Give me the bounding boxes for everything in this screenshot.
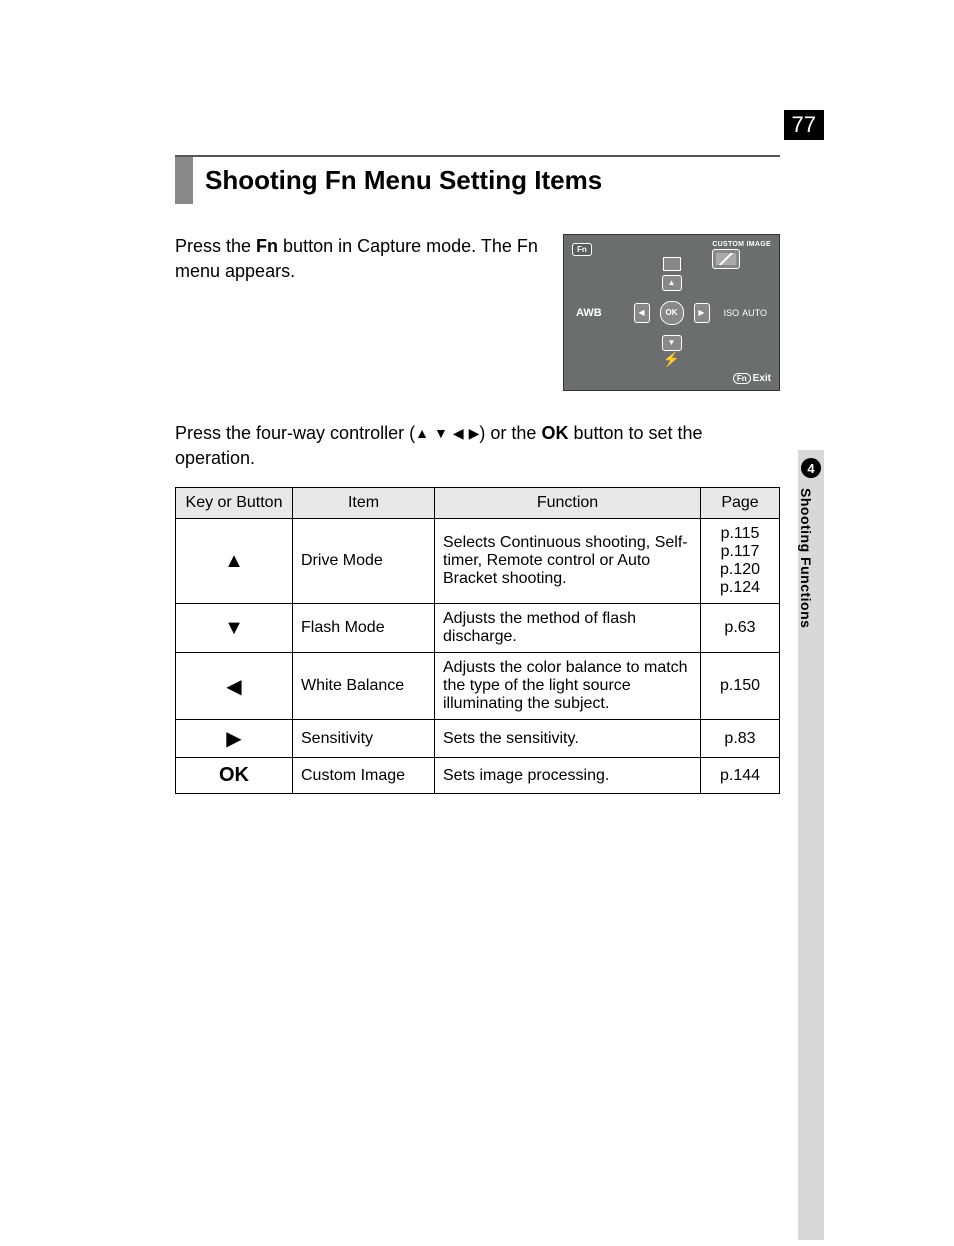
key-right-icon: ▶: [176, 720, 293, 758]
table-header-row: Key or Button Item Function Page: [176, 488, 780, 519]
lcd-awb-label: AWB: [576, 307, 602, 319]
left-arrow-icon: ◀: [453, 424, 464, 444]
key-left-icon: ◀: [176, 653, 293, 720]
page-content: Shooting Fn Menu Setting Items Press the…: [175, 155, 780, 794]
drive-mode-icon: [663, 257, 681, 271]
item-cell: Sensitivity: [293, 720, 435, 758]
lcd-exit-label: FnExit: [733, 373, 771, 384]
col-item: Item: [293, 488, 435, 519]
settings-table: Key or Button Item Function Page ▲ Drive…: [175, 487, 780, 794]
page-number: 77: [784, 110, 824, 140]
table-row: ◀ White Balance Adjusts the color balanc…: [176, 653, 780, 720]
dpad-left-icon: ◀: [634, 303, 650, 323]
col-key: Key or Button: [176, 488, 293, 519]
lcd-iso-label: ISO AUTO: [724, 307, 767, 319]
key-up-icon: ▲: [176, 519, 293, 604]
intro-paragraph: Press the Fn button in Capture mode. The…: [175, 234, 545, 391]
right-arrow-icon: ▶: [469, 424, 480, 444]
section-heading: Shooting Fn Menu Setting Items: [175, 155, 780, 204]
item-cell: Custom Image: [293, 758, 435, 794]
page-cell: p.115 p.117 p.120 p.124: [701, 519, 780, 604]
page-cell: p.83: [701, 720, 780, 758]
func-cell: Adjusts the method of flash discharge.: [435, 604, 701, 653]
dpad-down-icon: ▼: [662, 335, 682, 351]
lcd-custom-image-label: CUSTOM IMAGE: [712, 241, 771, 269]
dpad-up-icon: ▲: [662, 275, 682, 291]
down-arrow-icon: ▼: [434, 424, 448, 444]
func-cell: Adjusts the color balance to match the t…: [435, 653, 701, 720]
chapter-title: Shooting Functions: [798, 488, 814, 628]
table-row: ▶ Sensitivity Sets the sensitivity. p.83: [176, 720, 780, 758]
chapter-number-badge: 4: [801, 458, 821, 478]
table-row: ▲ Drive Mode Selects Continuous shooting…: [176, 519, 780, 604]
page-cell: p.144: [701, 758, 780, 794]
dpad-ok-icon: OK: [660, 301, 684, 325]
chapter-tab: 4 Shooting Functions: [798, 450, 824, 1240]
lcd-fn-indicator: Fn: [572, 243, 592, 256]
dpad-control: ▲ ▼ ◀ ▶ OK: [637, 278, 707, 348]
heading-accent: [175, 157, 193, 204]
col-func: Function: [435, 488, 701, 519]
dpad-right-icon: ▶: [694, 303, 710, 323]
up-arrow-icon: ▲: [415, 424, 429, 444]
func-cell: Sets image processing.: [435, 758, 701, 794]
heading-text: Shooting Fn Menu Setting Items: [193, 157, 602, 204]
custom-image-icon: [712, 249, 740, 269]
table-row: ▼ Flash Mode Adjusts the method of flash…: [176, 604, 780, 653]
func-cell: Selects Continuous shooting, Self-timer,…: [435, 519, 701, 604]
table-row: OK Custom Image Sets image processing. p…: [176, 758, 780, 794]
page-cell: p.63: [701, 604, 780, 653]
instruction-paragraph: Press the four-way controller (▲ ▼ ◀ ▶) …: [175, 421, 780, 471]
key-ok-label: OK: [176, 758, 293, 794]
key-down-icon: ▼: [176, 604, 293, 653]
page-cell: p.150: [701, 653, 780, 720]
item-cell: White Balance: [293, 653, 435, 720]
item-cell: Drive Mode: [293, 519, 435, 604]
item-cell: Flash Mode: [293, 604, 435, 653]
lcd-illustration: Fn CUSTOM IMAGE AWB ISO AUTO ▲ ▼ ◀ ▶ OK …: [563, 234, 780, 391]
col-page: Page: [701, 488, 780, 519]
flash-icon: ⚡: [663, 351, 680, 368]
func-cell: Sets the sensitivity.: [435, 720, 701, 758]
